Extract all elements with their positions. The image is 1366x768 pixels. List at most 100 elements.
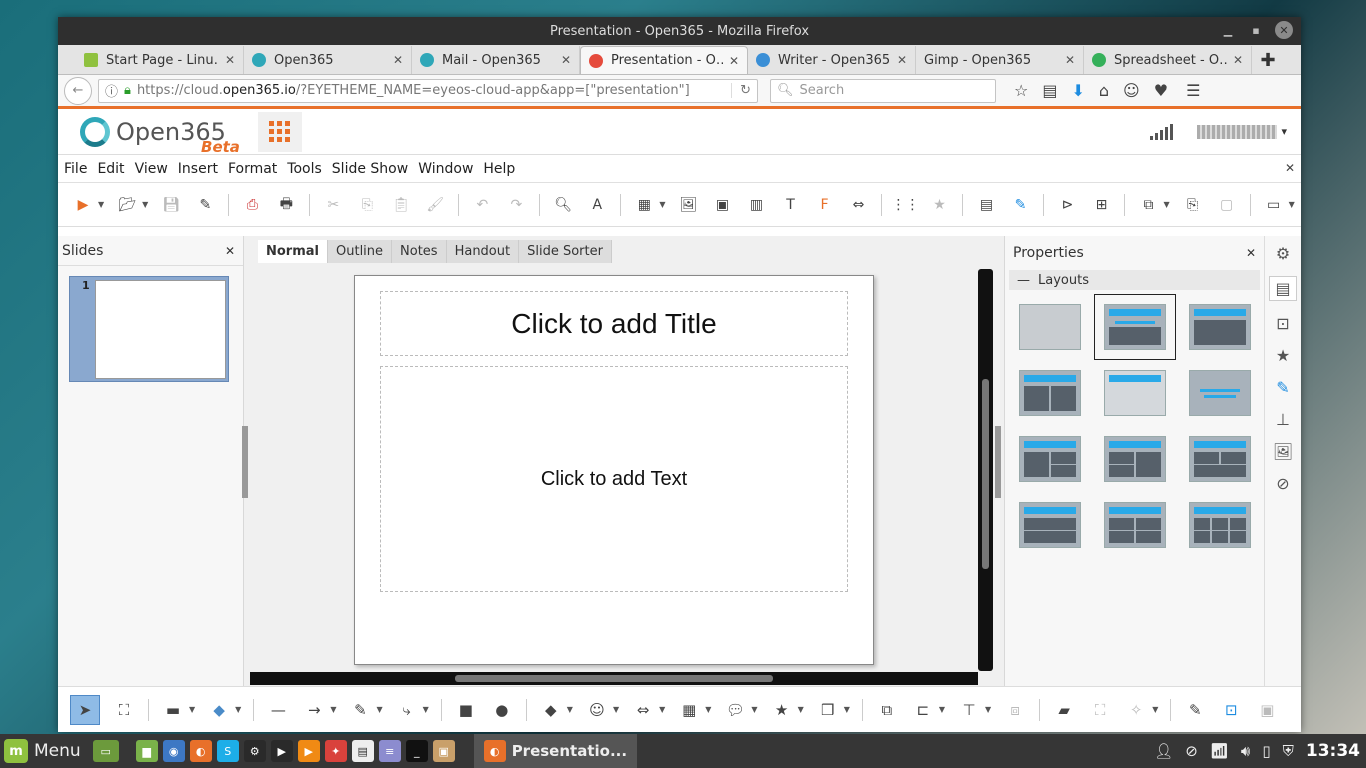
- url-bar[interactable]: ⓘ 🔒︎ https://cloud.open365.io/?EYETHEME_…: [98, 78, 758, 103]
- back-arrow-icon[interactable]: ←: [64, 76, 92, 105]
- paste-icon[interactable]: 📋︎: [390, 194, 412, 216]
- fontwork-icon[interactable]: F: [813, 194, 835, 216]
- slide-canvas[interactable]: Click to add Title Click to add Text: [354, 275, 874, 665]
- search-input[interactable]: 🔍︎ Search: [770, 78, 996, 103]
- crop-icon[interactable]: ⛶: [1088, 698, 1112, 722]
- block-arrows-icon[interactable]: ⇔: [631, 698, 655, 722]
- navigator-icon[interactable]: ⊘: [1276, 474, 1289, 493]
- text-editor-icon[interactable]: ▤: [351, 740, 374, 762]
- start-slideshow-icon[interactable]: ▶: [72, 194, 94, 216]
- dropdown-arrow-icon[interactable]: ▼: [189, 705, 195, 714]
- cut-icon[interactable]: ✂: [322, 194, 344, 216]
- files-icon[interactable]: ▆: [135, 740, 158, 762]
- flowchart-icon[interactable]: ▦: [677, 698, 701, 722]
- styles-icon[interactable]: ⊥: [1276, 410, 1290, 429]
- close-tab-icon[interactable]: ✕: [393, 53, 403, 67]
- window-titlebar[interactable]: Presentation - Open365 - Mozilla Firefox…: [58, 17, 1301, 45]
- close-pane-icon[interactable]: ✕: [1246, 246, 1256, 260]
- pocket-icon[interactable]: ♥: [1154, 81, 1168, 100]
- layout-centered-text[interactable]: [1189, 370, 1251, 416]
- grid-icon[interactable]: ⋮⋮: [891, 194, 919, 216]
- close-tab-icon[interactable]: ✕: [729, 54, 739, 68]
- undo-icon[interactable]: ↶: [471, 194, 493, 216]
- close-document-icon[interactable]: ✕: [1285, 161, 1295, 175]
- right-pane-splitter[interactable]: [995, 426, 1001, 498]
- tab-normal[interactable]: Normal: [258, 240, 328, 263]
- redo-icon[interactable]: ↷: [505, 194, 527, 216]
- wifi-icon[interactable]: 📶︎: [1210, 742, 1229, 760]
- symbol-shapes-icon[interactable]: ☺: [585, 698, 609, 722]
- copy-icon[interactable]: ⎘: [356, 194, 378, 216]
- save-as-icon[interactable]: ✎: [194, 194, 216, 216]
- vertical-scroll-thumb[interactable]: [982, 379, 989, 569]
- menu-format[interactable]: Format: [228, 161, 277, 177]
- shield-icon[interactable]: ⛨: [1283, 742, 1294, 760]
- dropdown-arrow-icon[interactable]: ▼: [1289, 200, 1295, 209]
- dropdown-arrow-icon[interactable]: ▼: [939, 705, 945, 714]
- edit-mode-icon[interactable]: ✎: [1009, 194, 1031, 216]
- arrange-icon[interactable]: ⊤: [957, 698, 981, 722]
- sidebar-settings-icon[interactable]: ⚙: [1276, 244, 1290, 263]
- minimize-icon[interactable]: ▁: [1219, 21, 1237, 39]
- dropdown-arrow-icon[interactable]: ▼: [798, 705, 804, 714]
- filter-icon[interactable]: ✧: [1124, 698, 1148, 722]
- tab-handout[interactable]: Handout: [447, 240, 520, 263]
- tab-notes[interactable]: Notes: [392, 240, 447, 263]
- shadow-icon[interactable]: ▰: [1052, 698, 1076, 722]
- gallery-icon[interactable]: 🖼︎: [1273, 442, 1293, 461]
- open-folder-icon[interactable]: 📂︎: [116, 194, 138, 216]
- title-placeholder[interactable]: Click to add Title: [380, 291, 848, 356]
- reload-icon[interactable]: ↻: [731, 83, 751, 98]
- zoom-pan-icon[interactable]: ⛶: [112, 698, 136, 722]
- animation-icon[interactable]: ★: [1276, 346, 1290, 365]
- line-color-icon[interactable]: ▬: [161, 698, 185, 722]
- slide-layout-icon[interactable]: ▭: [1263, 194, 1285, 216]
- dropdown-arrow-icon[interactable]: ▼: [751, 705, 757, 714]
- export-pdf-icon[interactable]: ⎙: [241, 194, 263, 216]
- layout-four-content[interactable]: [1104, 502, 1166, 548]
- volume-icon[interactable]: 🔊︎: [1241, 742, 1250, 760]
- fill-color-icon[interactable]: ◆: [207, 698, 231, 722]
- menu-insert[interactable]: Insert: [178, 161, 218, 177]
- basic-shapes-icon[interactable]: ◆: [539, 698, 563, 722]
- tab-start-page[interactable]: Start Page - Linu… ✕: [76, 46, 244, 74]
- dropdown-arrow-icon[interactable]: ▼: [235, 705, 241, 714]
- dropdown-arrow-icon[interactable]: ▼: [142, 200, 148, 209]
- user-icon[interactable]: 👤︎: [1154, 742, 1173, 760]
- steam-icon[interactable]: ⚙: [243, 740, 266, 762]
- delete-slide-icon[interactable]: ▢: [1216, 194, 1238, 216]
- open365-logo[interactable]: Open365 Beta: [80, 116, 240, 156]
- horizontal-scrollbar[interactable]: [250, 672, 978, 685]
- horizontal-scroll-thumb[interactable]: [455, 675, 773, 682]
- tab-writer[interactable]: Writer - Open365 ✕: [748, 46, 916, 74]
- text-placeholder[interactable]: Click to add Text: [380, 366, 848, 592]
- print-icon[interactable]: 🖶︎: [275, 194, 297, 216]
- line-icon[interactable]: —: [266, 698, 290, 722]
- hyperlink-icon[interactable]: ⇔: [847, 194, 869, 216]
- layout-title-slide[interactable]: [1104, 370, 1166, 416]
- ellipse-icon[interactable]: ●: [490, 698, 514, 722]
- layout-two-content-split[interactable]: [1104, 436, 1166, 482]
- close-tab-icon[interactable]: ✕: [1233, 53, 1243, 67]
- dropdown-arrow-icon[interactable]: ▼: [567, 705, 573, 714]
- distribute-icon[interactable]: ⧈: [1003, 698, 1027, 722]
- connector-icon[interactable]: ⤷: [395, 698, 419, 722]
- find-replace-icon[interactable]: 🔍︎: [552, 194, 574, 216]
- tab-spreadsheet[interactable]: Spreadsheet - O… ✕: [1084, 46, 1252, 74]
- curve-icon[interactable]: ✎: [348, 698, 372, 722]
- media-icon[interactable]: ▣: [711, 194, 733, 216]
- stars-icon[interactable]: ★: [770, 698, 794, 722]
- new-tab-icon[interactable]: ✚: [1252, 46, 1284, 74]
- tab-open365[interactable]: Open365 ✕: [244, 46, 412, 74]
- dropdown-arrow-icon[interactable]: ▼: [705, 705, 711, 714]
- media-player-icon[interactable]: ▶: [270, 740, 293, 762]
- slideshow-from-current-icon[interactable]: ⊞: [1090, 194, 1112, 216]
- start-menu-button[interactable]: m Menu: [4, 739, 81, 763]
- helplines-icon[interactable]: ★: [928, 194, 950, 216]
- select-arrow-icon[interactable]: ➤: [70, 694, 100, 725]
- layout-two-content[interactable]: [1019, 370, 1081, 416]
- layout-two-over-one[interactable]: [1189, 436, 1251, 482]
- transformations-icon[interactable]: ⧉: [875, 698, 899, 722]
- slideshow-from-first-icon[interactable]: ⊳: [1056, 194, 1078, 216]
- hamburger-menu-icon[interactable]: ☰: [1186, 81, 1200, 100]
